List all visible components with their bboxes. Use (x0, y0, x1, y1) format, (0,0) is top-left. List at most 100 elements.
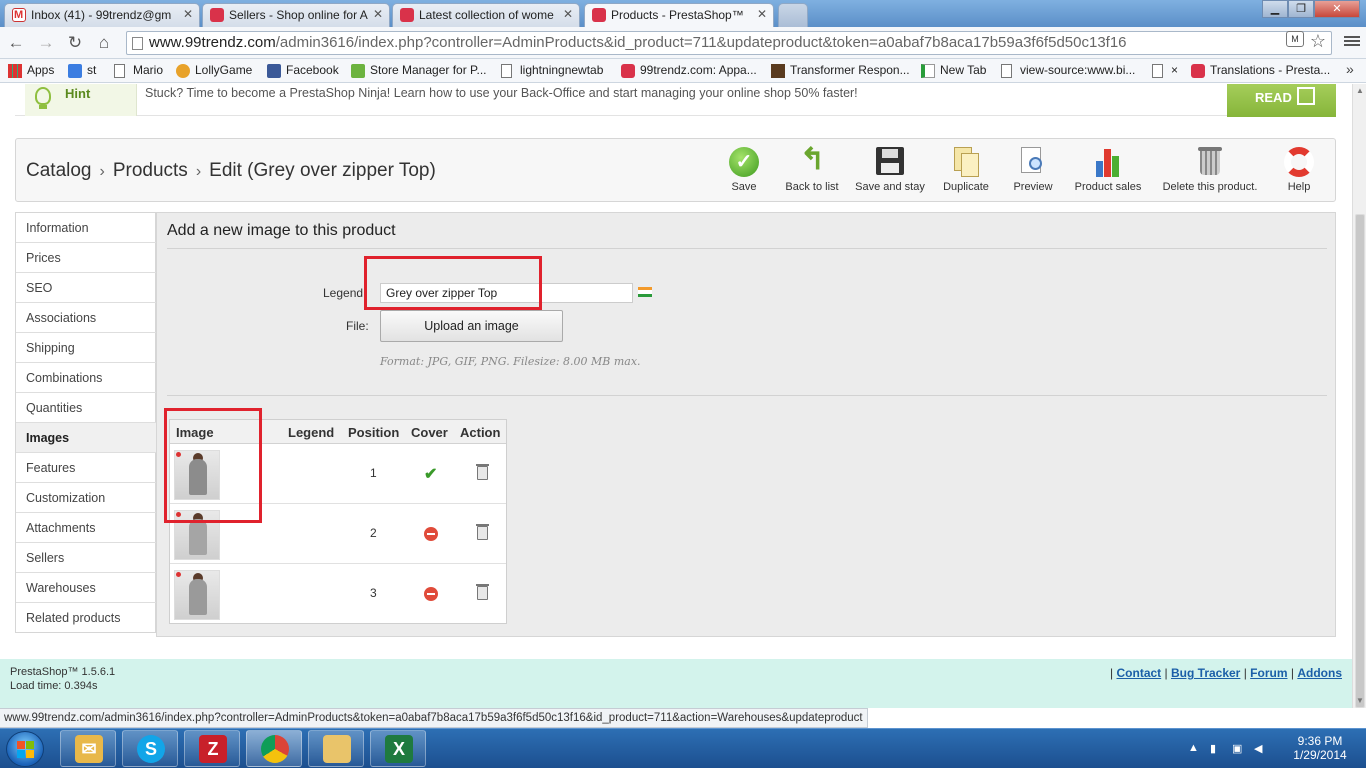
sidebar-item-prices[interactable]: Prices (16, 243, 156, 273)
bookmark-star-icon[interactable]: ☆ (1308, 31, 1328, 51)
page-title: Edit (Grey over zipper Top) (209, 160, 436, 181)
delete-trash-icon[interactable] (476, 584, 489, 600)
legend-label: Legend (323, 286, 364, 300)
bug-tracker-link[interactable]: Bug Tracker (1171, 666, 1240, 680)
read-button[interactable]: READ (1227, 84, 1336, 117)
sidebar-item-shipping[interactable]: Shipping (16, 333, 156, 363)
breadcrumb-catalog[interactable]: Catalog (26, 160, 92, 181)
bookmark-close[interactable]: × (1152, 63, 1178, 78)
taskbar-skype[interactable]: S (122, 730, 178, 767)
url-input[interactable]: www.99trendz.com/admin3616/index.php?con… (126, 31, 1332, 55)
upload-image-button[interactable]: Upload an image (380, 310, 563, 342)
page-scrollbar[interactable]: ▲ ▼ (1352, 84, 1366, 708)
bookmark-translations[interactable]: Translations - Presta... (1191, 63, 1330, 78)
delete-product-button[interactable]: Delete this product. (1162, 147, 1258, 193)
sidebar-item-sellers[interactable]: Sellers (16, 543, 156, 573)
tray-device-icon[interactable]: ▮ (1210, 742, 1222, 755)
scrollbar-thumb[interactable] (1355, 214, 1365, 708)
close-icon[interactable]: ✕ (757, 7, 767, 21)
close-icon[interactable]: ✕ (373, 7, 383, 21)
bookmark-st[interactable]: st (68, 63, 96, 78)
bookmark-apps[interactable]: Apps (8, 63, 54, 78)
tab-products-prestashop[interactable]: Products - PrestaShop™ ✕ (584, 3, 774, 27)
breadcrumb-separator: › (195, 163, 202, 180)
scroll-down-icon[interactable]: ▼ (1356, 696, 1364, 705)
sidebar-item-attachments[interactable]: Attachments (16, 513, 156, 543)
maximize-icon[interactable]: ❐ (1288, 0, 1314, 18)
india-flag-icon[interactable] (638, 287, 652, 297)
sidebar-item-features[interactable]: Features (16, 453, 156, 483)
tray-expand-icon[interactable]: ▲ (1188, 742, 1200, 754)
window-close-icon[interactable]: ✕ (1314, 0, 1360, 18)
sidebar-item-information[interactable]: Information (16, 213, 156, 243)
product-image-thumbnail[interactable] (174, 570, 220, 620)
footer-links: | Contact | Bug Tracker | Forum | Addons (1110, 666, 1342, 680)
bookmark-mario[interactable]: Mario (114, 63, 163, 78)
save-button[interactable]: ✓ Save (726, 147, 762, 193)
highlight-box-image (164, 408, 262, 523)
taskbar-explorer[interactable] (308, 730, 364, 767)
footer: PrestaShop™ 1.5.6.1 Load time: 0.394s | … (0, 659, 1352, 708)
sidebar-item-associations[interactable]: Associations (16, 303, 156, 333)
forward-arrow-icon[interactable]: → (36, 33, 56, 53)
windows-start-icon[interactable] (6, 731, 44, 767)
store-manager-icon (351, 64, 365, 78)
bookmark-store-manager[interactable]: Store Manager for P... (351, 63, 487, 78)
save-and-stay-button[interactable]: Save and stay (854, 147, 926, 193)
network-icon[interactable]: ▣ (1232, 742, 1244, 755)
bookmarks-overflow-icon[interactable]: » (1346, 61, 1354, 77)
minimize-icon[interactable]: ▁ (1262, 0, 1288, 18)
volume-icon[interactable]: ◀ (1254, 742, 1266, 755)
bookmark-lollygame[interactable]: LollyGame (176, 63, 252, 78)
back-arrow-icon[interactable]: ← (6, 33, 26, 53)
delete-trash-icon[interactable] (476, 524, 489, 540)
bookmark-view-source[interactable]: view-source:www.bi... (1001, 63, 1135, 78)
cover-checkmark-icon[interactable]: ✔ (424, 464, 437, 484)
bookmark-99trendz[interactable]: 99trendz.com: Appa... (621, 63, 757, 78)
sidebar-item-related-products[interactable]: Related products (16, 603, 156, 633)
sidebar-item-seo[interactable]: SEO (16, 273, 156, 303)
not-cover-icon[interactable] (424, 587, 438, 601)
taskbar-clock[interactable]: 9:36 PM 1/29/2014 (1285, 734, 1355, 762)
duplicate-button[interactable]: Duplicate (943, 147, 989, 193)
sidebar-item-images[interactable]: Images (16, 423, 156, 453)
help-button[interactable]: Help (1283, 147, 1315, 193)
taskbar-excel[interactable]: X (370, 730, 426, 767)
chrome-icon (261, 735, 289, 763)
forum-link[interactable]: Forum (1250, 666, 1287, 680)
tab-sellers[interactable]: Sellers - Shop online for A ✕ (202, 3, 390, 27)
close-icon[interactable]: ✕ (563, 7, 573, 21)
panel-title: Add a new image to this product (167, 222, 396, 239)
scroll-up-icon[interactable]: ▲ (1356, 86, 1364, 95)
tab-inbox[interactable]: M Inbox (41) - 99trendz@gm ✕ (4, 3, 200, 27)
extension-icon[interactable]: M (1286, 31, 1304, 47)
bookmark-facebook[interactable]: Facebook (267, 63, 339, 78)
taskbar-filezilla[interactable]: Z (184, 730, 240, 767)
google-icon (68, 64, 82, 78)
preview-button[interactable]: Preview (1013, 147, 1053, 193)
sidebar-item-combinations[interactable]: Combinations (16, 363, 156, 393)
close-icon[interactable]: ✕ (183, 7, 193, 21)
bookmark-lightningnewtab[interactable]: lightningnewtab (501, 63, 603, 78)
tab-latest-collection[interactable]: Latest collection of wome ✕ (392, 3, 580, 27)
filezilla-icon: Z (199, 735, 227, 763)
contact-link[interactable]: Contact (1117, 666, 1162, 680)
sidebar-item-warehouses[interactable]: Warehouses (16, 573, 156, 603)
bookmark-new-tab[interactable]: New Tab (921, 63, 986, 78)
sidebar-item-customization[interactable]: Customization (16, 483, 156, 513)
breadcrumb: Catalog › Products › Edit (Grey over zipper … (26, 160, 436, 182)
delete-trash-icon[interactable] (476, 464, 489, 480)
product-sales-button[interactable]: Product sales (1074, 147, 1142, 193)
sidebar-item-quantities[interactable]: Quantities (16, 393, 156, 423)
back-to-list-button[interactable]: ↰ Back to list (784, 145, 840, 194)
home-icon[interactable]: ⌂ (94, 33, 114, 53)
taskbar-outlook[interactable]: ✉ (60, 730, 116, 767)
bookmark-transformer[interactable]: Transformer Respon... (771, 63, 910, 78)
addons-link[interactable]: Addons (1297, 666, 1342, 680)
reload-icon[interactable]: ↻ (65, 33, 85, 53)
new-tab-button[interactable] (778, 3, 808, 27)
not-cover-icon[interactable] (424, 527, 438, 541)
taskbar-chrome[interactable] (246, 730, 302, 767)
menu-icon[interactable] (1344, 34, 1360, 50)
breadcrumb-products[interactable]: Products (113, 160, 188, 181)
